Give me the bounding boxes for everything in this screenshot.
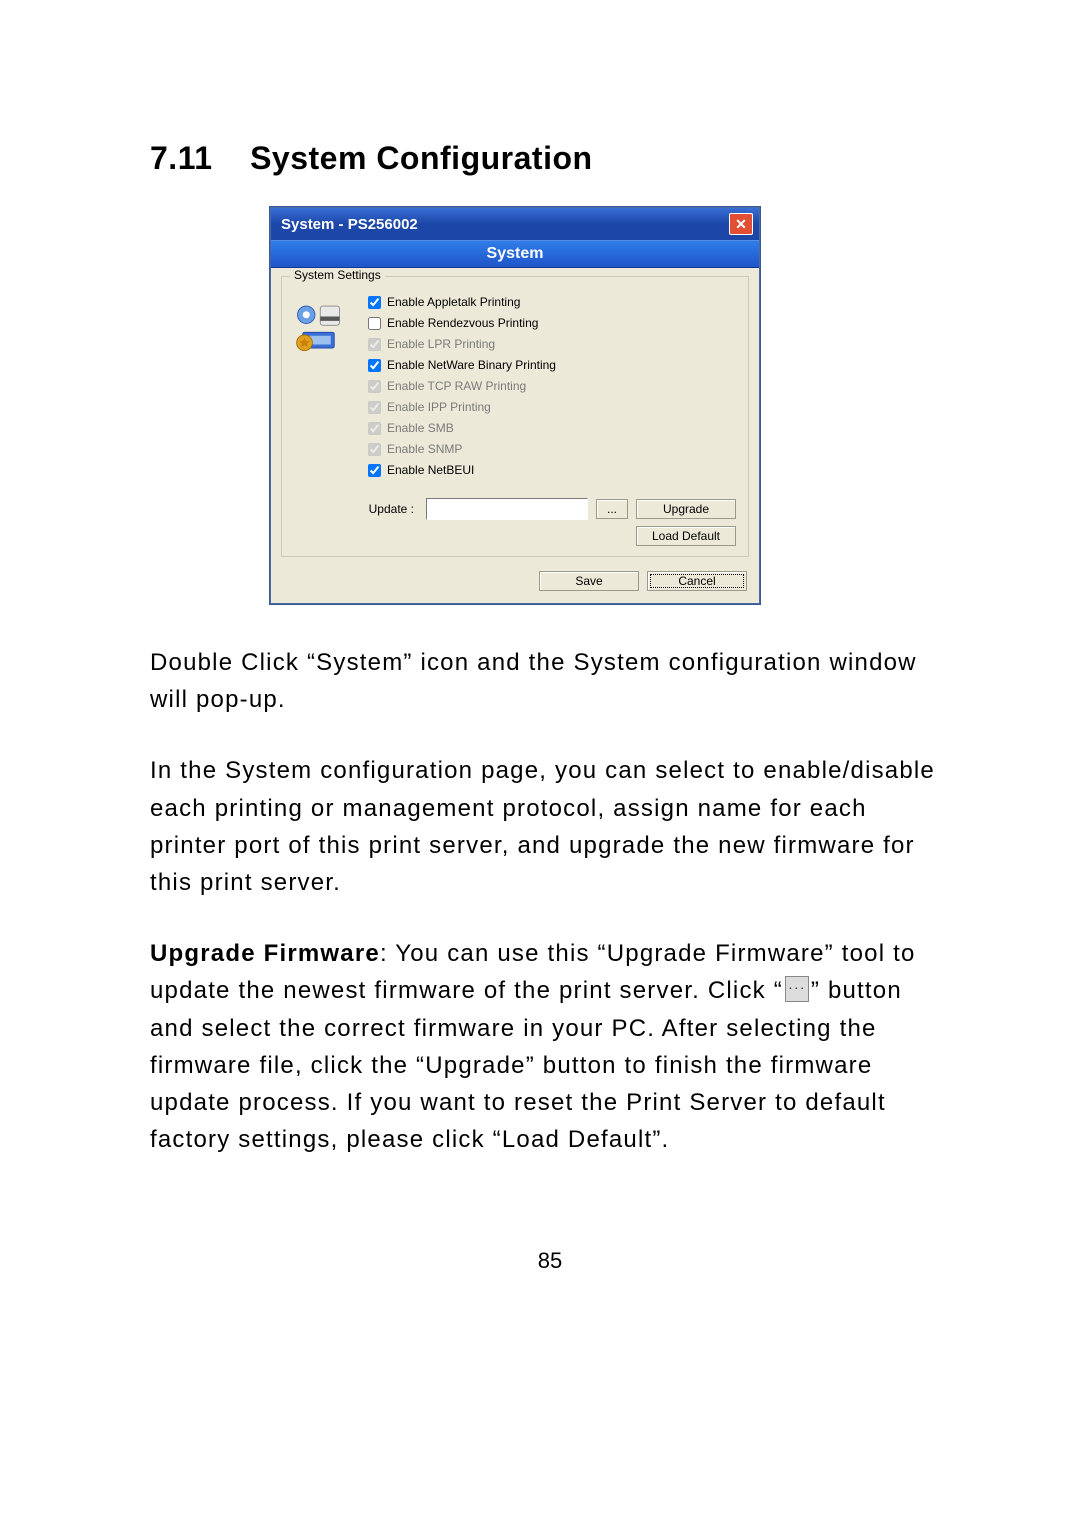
check-row: Enable LPR Printing — [368, 337, 736, 351]
protocol-label: Enable SMB — [387, 421, 454, 435]
check-row: Enable NetWare Binary Printing — [368, 358, 736, 372]
section-title-text: System Configuration — [250, 140, 592, 176]
upgrade-button[interactable]: Upgrade — [636, 499, 736, 519]
upgrade-firmware-lead: Upgrade Firmware — [150, 940, 380, 967]
protocol-checkbox — [368, 401, 381, 414]
protocol-label: Enable LPR Printing — [387, 337, 495, 351]
dialog-titlebar: System - PS256002 ✕ — [271, 208, 759, 240]
cancel-button[interactable]: Cancel — [647, 571, 747, 591]
close-icon: ✕ — [735, 216, 747, 233]
paragraph-1: Double Click “System” icon and the Syste… — [150, 644, 950, 718]
dialog-title: System - PS256002 — [281, 216, 418, 233]
protocol-label: Enable NetBEUI — [387, 463, 474, 477]
protocol-checkbox[interactable] — [368, 359, 381, 372]
protocol-label: Enable TCP RAW Printing — [387, 379, 526, 393]
page-number: 85 — [150, 1248, 950, 1274]
section-number: 7.11 — [150, 140, 213, 176]
check-row: Enable IPP Printing — [368, 400, 736, 414]
check-row: Enable Rendezvous Printing — [368, 316, 736, 330]
group-legend: System Settings — [290, 268, 385, 282]
update-label: Update : — [294, 502, 418, 516]
save-button[interactable]: Save — [539, 571, 639, 591]
check-row: Enable Appletalk Printing — [368, 295, 736, 309]
protocol-label: Enable IPP Printing — [387, 400, 491, 414]
protocol-checkbox — [368, 443, 381, 456]
protocol-label: Enable Appletalk Printing — [387, 295, 520, 309]
config-icon — [294, 299, 350, 355]
load-default-button[interactable]: Load Default — [636, 526, 736, 546]
protocol-checkbox — [368, 338, 381, 351]
section-heading: 7.11 System Configuration — [150, 140, 950, 177]
protocol-label: Enable NetWare Binary Printing — [387, 358, 556, 372]
system-dialog: System - PS256002 ✕ System System Settin… — [270, 207, 760, 604]
protocol-checkbox[interactable] — [368, 317, 381, 330]
protocol-checkbox[interactable] — [368, 464, 381, 477]
update-path-field[interactable] — [426, 498, 588, 520]
protocol-label: Enable Rendezvous Printing — [387, 316, 538, 330]
close-button[interactable]: ✕ — [729, 213, 753, 235]
paragraph-3: Upgrade Firmware: You can use this “Upgr… — [150, 935, 950, 1158]
paragraph-2: In the System configuration page, you ca… — [150, 752, 950, 901]
system-settings-group: System Settings — [281, 276, 749, 557]
check-row: Enable SNMP — [368, 442, 736, 456]
browse-button[interactable]: ... — [596, 499, 628, 519]
browse-icon — [785, 976, 809, 1002]
protocol-label: Enable SNMP — [387, 442, 462, 456]
check-row: Enable SMB — [368, 421, 736, 435]
protocol-checkbox[interactable] — [368, 296, 381, 309]
system-band: System — [271, 240, 759, 268]
protocol-checkbox — [368, 422, 381, 435]
check-row: Enable NetBEUI — [368, 463, 736, 477]
protocol-checkbox — [368, 380, 381, 393]
check-row: Enable TCP RAW Printing — [368, 379, 736, 393]
